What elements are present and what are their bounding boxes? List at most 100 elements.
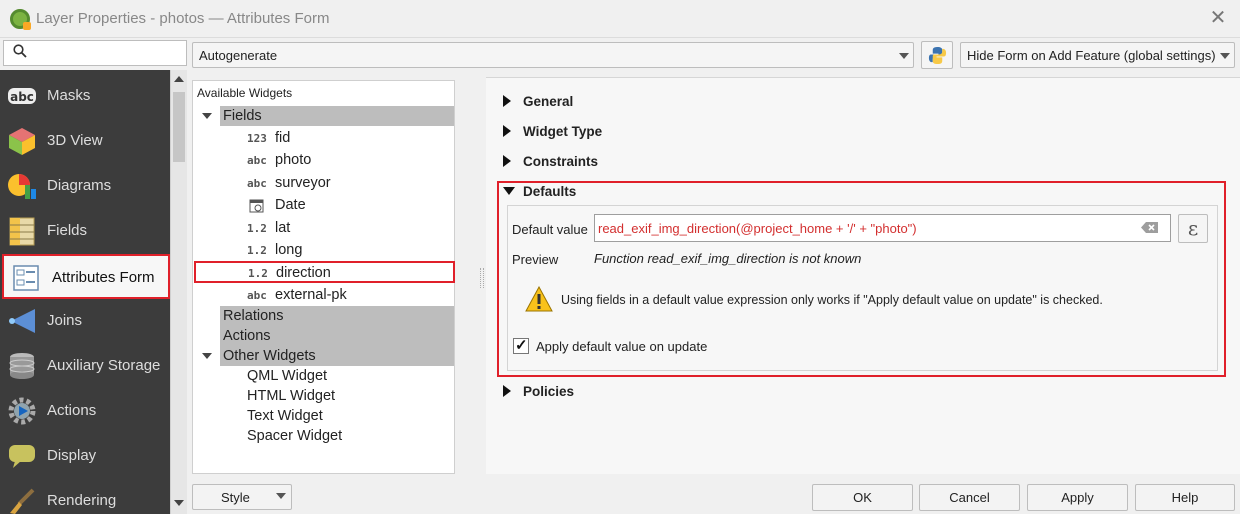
tree-item-surveyor[interactable]: abc surveyor bbox=[193, 173, 454, 193]
preview-label: Preview bbox=[512, 252, 559, 267]
joins-icon bbox=[9, 309, 35, 333]
tree-item-long[interactable]: 1.2 long bbox=[193, 240, 454, 260]
collapsed-arrow-icon bbox=[503, 155, 511, 167]
sidebar-item-label: Auxiliary Storage bbox=[47, 357, 161, 374]
sidebar-item-label: Attributes Form bbox=[52, 269, 155, 286]
sidebar-item-label: Diagrams bbox=[47, 177, 112, 194]
chevron-down-icon bbox=[899, 53, 909, 59]
sidebar-item-rendering[interactable]: Rendering bbox=[0, 479, 170, 514]
paintbrush-icon bbox=[10, 488, 35, 514]
search-input[interactable] bbox=[3, 40, 187, 66]
expanded-arrow-icon bbox=[503, 187, 515, 195]
cancel-button[interactable]: Cancel bbox=[919, 484, 1020, 511]
fields-table-icon bbox=[9, 217, 35, 246]
database-icon bbox=[9, 353, 35, 379]
chevron-down-icon bbox=[276, 493, 286, 499]
tree-group-other-widgets[interactable]: Other Widgets bbox=[193, 346, 454, 366]
sidebar-item-display[interactable]: Display bbox=[0, 434, 170, 479]
sidebar-item-fields[interactable]: Fields bbox=[0, 209, 170, 254]
sidebar-item-auxiliary-storage[interactable]: Auxiliary Storage bbox=[0, 344, 170, 389]
sidebar-item-masks[interactable]: abc Masks bbox=[0, 74, 170, 119]
text-type-icon: abc bbox=[247, 177, 267, 190]
tree-item-photo[interactable]: abc photo bbox=[193, 150, 454, 170]
warning-icon bbox=[525, 286, 553, 312]
sidebar-item-label: 3D View bbox=[47, 132, 103, 149]
scroll-down-icon[interactable] bbox=[174, 500, 184, 506]
ok-button[interactable]: OK bbox=[812, 484, 913, 511]
default-value-expression-input[interactable]: read_exif_img_direction(@project_home + … bbox=[594, 214, 1171, 242]
sidebar-item-joins[interactable]: Joins bbox=[0, 299, 170, 344]
sidebar-item-label: Joins bbox=[47, 312, 83, 329]
default-value-text: read_exif_img_direction(@project_home + … bbox=[598, 221, 917, 236]
preview-value: Function read_exif_img_direction is not … bbox=[594, 251, 862, 266]
sidebar-item-label: Display bbox=[47, 447, 97, 464]
expression-builder-button[interactable]: ε bbox=[1178, 214, 1208, 243]
search-icon bbox=[13, 44, 27, 58]
sidebar-item-label: Fields bbox=[47, 222, 88, 239]
scroll-up-icon[interactable] bbox=[174, 76, 184, 82]
layout-mode-dropdown[interactable]: Autogenerate bbox=[192, 42, 914, 68]
sidebar-item-actions[interactable]: Actions bbox=[0, 389, 170, 434]
tree-item-text-widget[interactable]: Text Widget bbox=[193, 406, 454, 426]
sidebar-item-diagrams[interactable]: Diagrams bbox=[0, 164, 170, 209]
hide-form-value: Hide Form on Add Feature (global setting… bbox=[967, 48, 1216, 63]
calendar-icon bbox=[249, 199, 264, 213]
title-bar: Layer Properties - photos — Attributes F… bbox=[0, 0, 1240, 38]
expand-arrow-icon[interactable] bbox=[202, 353, 212, 359]
collapsed-arrow-icon bbox=[503, 385, 511, 397]
sidebar-item-3d-view[interactable]: 3D View bbox=[0, 119, 170, 164]
tree-item-lat[interactable]: 1.2 lat bbox=[193, 218, 454, 238]
window-title: Layer Properties - photos — Attributes F… bbox=[36, 10, 330, 27]
integer-type-icon: 123 bbox=[247, 132, 267, 145]
tree-group-fields[interactable]: Fields bbox=[193, 106, 454, 126]
tree-item-external-pk[interactable]: abc external-pk bbox=[193, 285, 454, 305]
sidebar-scrollbar[interactable] bbox=[170, 70, 187, 514]
sidebar-item-label: Rendering bbox=[47, 492, 117, 509]
python-init-button[interactable] bbox=[921, 41, 953, 69]
collapsed-arrow-icon bbox=[503, 95, 511, 107]
tree-item-direction[interactable]: 1.2 direction bbox=[194, 261, 455, 283]
sidebar-item-label: Actions bbox=[47, 402, 97, 419]
tree-item-spacer-widget[interactable]: Spacer Widget bbox=[193, 426, 454, 446]
sidebar-item-label: Masks bbox=[47, 87, 91, 104]
tree-group-actions[interactable]: Actions bbox=[193, 326, 454, 346]
decimal-type-icon: 1.2 bbox=[247, 222, 267, 235]
available-widgets-title: Available Widgets bbox=[197, 86, 293, 100]
sidebar: abc Masks 3D View Diagrams Fields Attrib… bbox=[0, 70, 170, 514]
hide-form-dropdown[interactable]: Hide Form on Add Feature (global setting… bbox=[960, 42, 1235, 68]
masks-icon: abc bbox=[8, 88, 36, 104]
apply-default-on-update-label[interactable]: Apply default value on update bbox=[536, 339, 707, 354]
apply-button[interactable]: Apply bbox=[1027, 484, 1128, 511]
warning-message: Using fields in a default value expressi… bbox=[561, 293, 1103, 307]
sidebar-item-attributes-form[interactable]: Attributes Form bbox=[2, 254, 170, 299]
expand-arrow-icon[interactable] bbox=[202, 113, 212, 119]
diagram-pie-icon bbox=[8, 174, 36, 199]
tree-item-date[interactable]: Date bbox=[193, 195, 454, 215]
qgis-logo-icon bbox=[10, 9, 31, 30]
tree-item-qml-widget[interactable]: QML Widget bbox=[193, 366, 454, 386]
gear-play-icon bbox=[8, 397, 36, 425]
svg-text:abc: abc bbox=[10, 90, 34, 104]
layout-mode-value: Autogenerate bbox=[199, 48, 278, 63]
decimal-type-icon: 1.2 bbox=[248, 267, 268, 280]
scrollbar-thumb[interactable] bbox=[173, 92, 185, 162]
style-menu-button[interactable]: Style bbox=[192, 484, 292, 510]
help-button[interactable]: Help bbox=[1135, 484, 1235, 511]
form-icon bbox=[13, 265, 39, 291]
close-button[interactable]: ✕ bbox=[1206, 6, 1230, 30]
tree-item-fid[interactable]: 123 fid bbox=[193, 128, 454, 148]
apply-default-on-update-checkbox[interactable]: ✓ bbox=[513, 337, 529, 354]
decimal-type-icon: 1.2 bbox=[247, 244, 267, 257]
text-type-icon: abc bbox=[247, 154, 267, 167]
tree-item-html-widget[interactable]: HTML Widget bbox=[193, 386, 454, 406]
chevron-down-icon bbox=[1220, 53, 1230, 59]
3d-cube-icon bbox=[9, 128, 35, 155]
clear-text-icon[interactable] bbox=[1141, 221, 1159, 234]
tree-group-relations[interactable]: Relations bbox=[193, 306, 454, 326]
splitter-handle[interactable] bbox=[480, 268, 484, 288]
available-widgets-panel: Available Widgets Fields 123 fid abc pho… bbox=[192, 80, 455, 474]
checkmark-icon: ✓ bbox=[515, 337, 528, 354]
speech-bubble-icon bbox=[9, 445, 35, 468]
default-value-label: Default value bbox=[512, 222, 588, 237]
python-icon bbox=[928, 46, 947, 65]
